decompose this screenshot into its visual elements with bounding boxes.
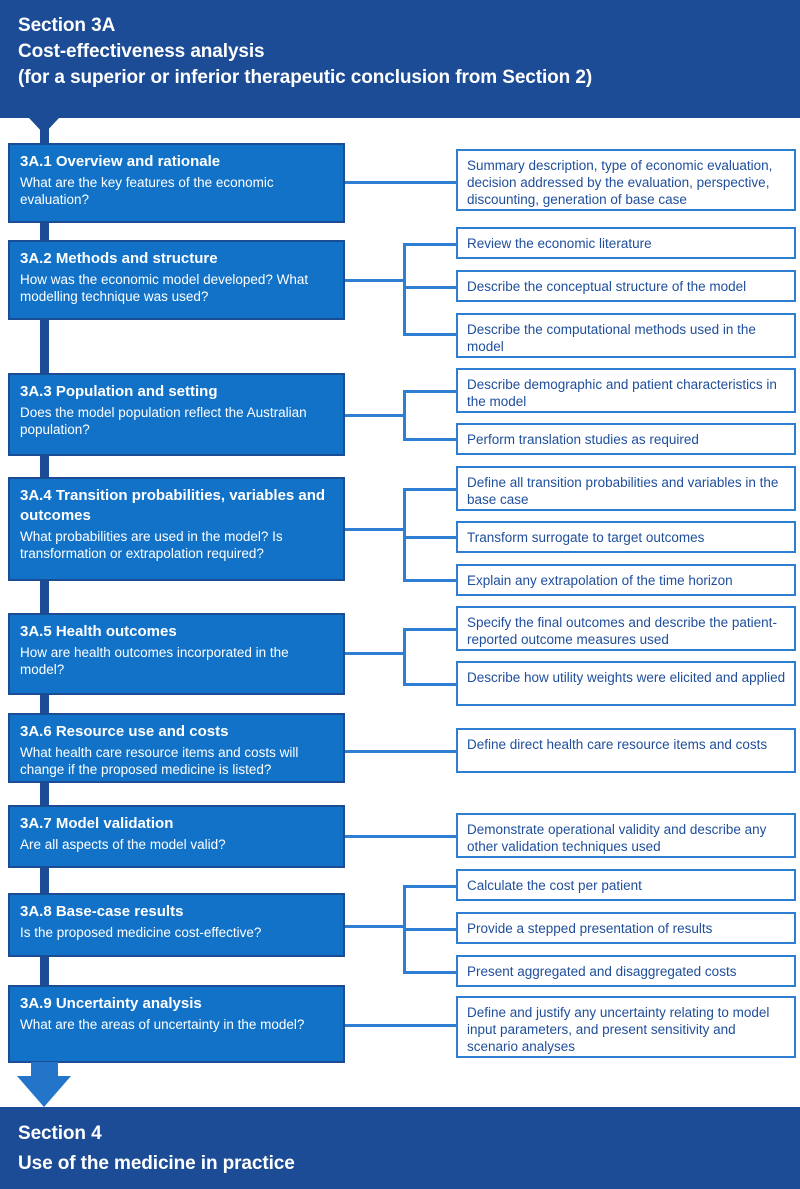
detail-text: Perform translation studies as required bbox=[467, 432, 699, 447]
detail-box-3a1-1[interactable]: Summary description, type of economic ev… bbox=[456, 149, 796, 211]
detail-text: Define and justify any uncertainty relat… bbox=[467, 1005, 770, 1054]
bottom-arrow-icon bbox=[17, 1076, 71, 1107]
subsection-question: What are the key features of the economi… bbox=[20, 175, 274, 207]
subsection-box-3a9[interactable]: 3A.9 Uncertainty analysis What are the a… bbox=[8, 985, 345, 1063]
detail-box-3a4-1[interactable]: Define all transition probabilities and … bbox=[456, 466, 796, 511]
connector-3a5-branch-1 bbox=[403, 628, 456, 631]
connector-3a3-stem bbox=[345, 414, 405, 417]
detail-text: Define direct health care resource items… bbox=[467, 737, 768, 752]
detail-box-3a9-1[interactable]: Define and justify any uncertainty relat… bbox=[456, 996, 796, 1058]
detail-text: Present aggregated and disaggregated cos… bbox=[467, 964, 737, 979]
subsection-question: What health care resource items and cost… bbox=[20, 745, 299, 777]
detail-box-3a8-3[interactable]: Present aggregated and disaggregated cos… bbox=[456, 955, 796, 987]
connector-3a8-branch-2 bbox=[403, 928, 456, 931]
detail-text: Review the economic literature bbox=[467, 236, 652, 251]
subsection-title: 3A.7 Model validation bbox=[20, 815, 174, 832]
detail-box-3a3-1[interactable]: Describe demographic and patient charact… bbox=[456, 368, 796, 413]
subsection-box-3a3[interactable]: 3A.3 Population and setting Does the mod… bbox=[8, 373, 345, 456]
detail-text: Define all transition probabilities and … bbox=[467, 475, 779, 507]
subsection-box-3a6[interactable]: 3A.6 Resource use and costs What health … bbox=[8, 713, 345, 783]
subsection-title: 3A.8 Base-case results bbox=[20, 903, 184, 920]
detail-box-3a8-1[interactable]: Calculate the cost per patient bbox=[456, 869, 796, 901]
flowchart-diagram: Section 3A Cost-effectiveness analysis (… bbox=[0, 0, 800, 1189]
connector-3a5-bracket bbox=[403, 628, 406, 683]
detail-box-3a4-3[interactable]: Explain any extrapolation of the time ho… bbox=[456, 564, 796, 596]
subsection-box-3a4[interactable]: 3A.4 Transition probabilities, variables… bbox=[8, 477, 345, 581]
footer-section-label: Section 4 bbox=[18, 1123, 102, 1144]
subsection-title: 3A.6 Resource use and costs bbox=[20, 723, 229, 740]
detail-box-3a2-3[interactable]: Describe the computational methods used … bbox=[456, 313, 796, 358]
detail-text: Demonstrate operational validity and des… bbox=[467, 822, 767, 854]
detail-text: Describe demographic and patient charact… bbox=[467, 377, 777, 409]
subsection-question: Is the proposed medicine cost-effective? bbox=[20, 925, 262, 940]
subsection-question: Are all aspects of the model valid? bbox=[20, 837, 226, 852]
detail-text: Describe how utility weights were elicit… bbox=[467, 670, 786, 685]
connector-3a2-branch-3 bbox=[403, 333, 456, 336]
detail-text: Describe the conceptual structure of the… bbox=[467, 279, 747, 294]
header-subtitle: (for a superior or inferior therapeutic … bbox=[18, 67, 593, 88]
detail-box-3a5-2[interactable]: Describe how utility weights were elicit… bbox=[456, 661, 796, 706]
subsection-title: 3A.1 Overview and rationale bbox=[20, 153, 221, 170]
footer-banner: Section 4 Use of the medicine in practic… bbox=[0, 1107, 800, 1189]
connector-3a2-stem bbox=[345, 279, 405, 282]
header-title: Cost-effectiveness analysis bbox=[18, 41, 265, 62]
detail-box-3a2-1[interactable]: Review the economic literature bbox=[456, 227, 796, 259]
detail-box-3a3-2[interactable]: Perform translation studies as required bbox=[456, 423, 796, 455]
subsection-question: How was the economic model developed? Wh… bbox=[20, 272, 309, 304]
detail-text: Calculate the cost per patient bbox=[467, 878, 642, 893]
connector-3a5-stem bbox=[345, 652, 405, 655]
subsection-box-3a7[interactable]: 3A.7 Model validation Are all aspects of… bbox=[8, 805, 345, 868]
subsection-box-3a8[interactable]: 3A.8 Base-case results Is the proposed m… bbox=[8, 893, 345, 957]
connector-3a3-bracket bbox=[403, 390, 406, 439]
detail-box-3a4-2[interactable]: Transform surrogate to target outcomes bbox=[456, 521, 796, 553]
connector-3a3-branch-1 bbox=[403, 390, 456, 393]
connector-3a8-branch-3 bbox=[403, 971, 456, 974]
detail-text: Provide a stepped presentation of result… bbox=[467, 921, 713, 936]
connector-3a4-branch-3 bbox=[403, 579, 456, 582]
detail-text: Explain any extrapolation of the time ho… bbox=[467, 573, 733, 588]
subsection-title: 3A.3 Population and setting bbox=[20, 383, 218, 400]
subsection-title: 3A.5 Health outcomes bbox=[20, 623, 177, 640]
subsection-question: How are health outcomes incorporated in … bbox=[20, 645, 289, 677]
detail-text: Specify the final outcomes and describe … bbox=[467, 615, 777, 647]
connector-3a4-bracket bbox=[403, 488, 406, 581]
subsection-box-3a2[interactable]: 3A.2 Methods and structure How was the e… bbox=[8, 240, 345, 320]
connector-3a8-branch-1 bbox=[403, 885, 456, 888]
connector-3a7 bbox=[345, 835, 456, 838]
connector-3a9 bbox=[345, 1024, 456, 1027]
connector-3a2-branch-1 bbox=[403, 243, 456, 246]
subsection-question: What probabilities are used in the model… bbox=[20, 529, 283, 561]
connector-3a8-stem bbox=[345, 925, 405, 928]
header-banner: Section 3A Cost-effectiveness analysis (… bbox=[0, 0, 800, 118]
connector-3a4-branch-2 bbox=[403, 536, 456, 539]
detail-text: Describe the computational methods used … bbox=[467, 322, 756, 354]
connector-3a4-stem bbox=[345, 528, 405, 531]
detail-box-3a6-1[interactable]: Define direct health care resource items… bbox=[456, 728, 796, 773]
connector-3a5-branch-2 bbox=[403, 683, 456, 686]
header-section-label: Section 3A bbox=[18, 15, 116, 36]
detail-box-3a5-1[interactable]: Specify the final outcomes and describe … bbox=[456, 606, 796, 651]
connector-3a2-bracket bbox=[403, 243, 406, 336]
subsection-title: 3A.9 Uncertainty analysis bbox=[20, 995, 202, 1012]
detail-text: Summary description, type of economic ev… bbox=[467, 158, 773, 207]
connector-3a2-branch-2 bbox=[403, 286, 456, 289]
connector-3a3-branch-2 bbox=[403, 438, 456, 441]
subsection-box-3a1[interactable]: 3A.1 Overview and rationale What are the… bbox=[8, 143, 345, 223]
subsection-question: What are the areas of uncertainty in the… bbox=[20, 1017, 305, 1032]
detail-box-3a7-1[interactable]: Demonstrate operational validity and des… bbox=[456, 813, 796, 858]
detail-box-3a2-2[interactable]: Describe the conceptual structure of the… bbox=[456, 270, 796, 302]
subsection-question: Does the model population reflect the Au… bbox=[20, 405, 307, 437]
subsection-title: 3A.4 Transition probabilities, variables… bbox=[20, 487, 326, 524]
connector-3a4-branch-1 bbox=[403, 488, 456, 491]
subsection-box-3a5[interactable]: 3A.5 Health outcomes How are health outc… bbox=[8, 613, 345, 695]
connector-3a6 bbox=[345, 750, 456, 753]
detail-box-3a8-2[interactable]: Provide a stepped presentation of result… bbox=[456, 912, 796, 944]
connector-3a1 bbox=[345, 181, 456, 184]
footer-title: Use of the medicine in practice bbox=[18, 1153, 295, 1174]
detail-text: Transform surrogate to target outcomes bbox=[467, 530, 705, 545]
subsection-title: 3A.2 Methods and structure bbox=[20, 250, 218, 267]
